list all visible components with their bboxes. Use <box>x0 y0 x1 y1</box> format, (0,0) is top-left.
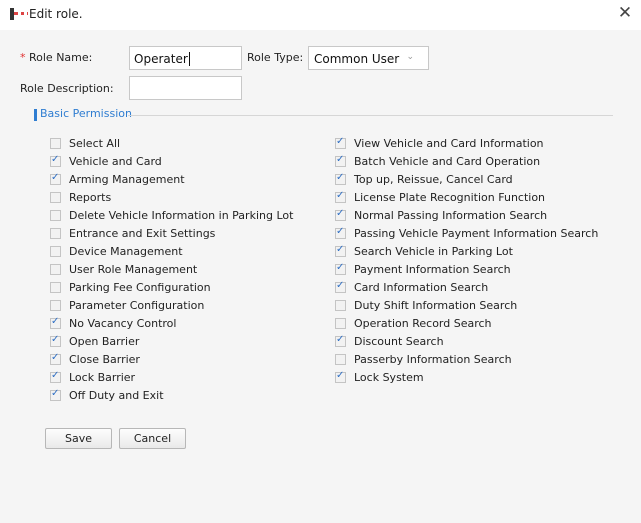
permission-item[interactable]: Parameter Configuration <box>50 299 204 313</box>
checkbox-checked[interactable] <box>335 280 346 293</box>
permission-item[interactable]: Select All <box>50 137 120 151</box>
permission-item[interactable]: Parking Fee Configuration <box>50 281 211 295</box>
section-divider <box>128 115 613 116</box>
role-type-value: Common User <box>314 52 400 66</box>
section-accent-bar <box>34 109 37 121</box>
checkbox-checked[interactable] <box>50 154 61 167</box>
permission-item[interactable]: User Role Management <box>50 263 197 277</box>
permission-item[interactable]: Lock Barrier <box>50 370 135 385</box>
permission-item[interactable]: Vehicle and Card <box>50 154 162 169</box>
permission-item[interactable]: Duty Shift Information Search <box>335 299 517 313</box>
permission-item[interactable]: Passerby Information Search <box>335 353 512 367</box>
checkbox[interactable] <box>50 138 61 149</box>
permission-item[interactable]: Operation Record Search <box>335 317 492 331</box>
permission-item[interactable]: Lock System <box>335 370 424 385</box>
checkbox-checked[interactable] <box>50 172 61 185</box>
permission-item[interactable]: Open Barrier <box>50 334 139 349</box>
checkbox-checked[interactable] <box>50 352 61 365</box>
checkbox-checked[interactable] <box>335 244 346 257</box>
role-type-label: Role Type: <box>247 51 304 64</box>
checkbox-checked[interactable] <box>50 334 61 347</box>
permission-item[interactable]: Payment Information Search <box>335 262 511 277</box>
role-type-select[interactable]: Common User ⌄ <box>308 46 429 70</box>
permission-item[interactable]: Delete Vehicle Information in Parking Lo… <box>50 209 293 223</box>
checkbox-checked[interactable] <box>335 172 346 185</box>
checkbox[interactable] <box>335 300 346 311</box>
permission-item[interactable]: Off Duty and Exit <box>50 388 164 403</box>
dialog-title: Edit role. <box>29 7 83 21</box>
save-button[interactable]: Save <box>45 428 112 449</box>
permission-item[interactable]: Arming Management <box>50 172 185 187</box>
checkbox-checked[interactable] <box>335 190 346 203</box>
checkbox[interactable] <box>335 354 346 365</box>
dialog-titlebar: Edit role. ✕ <box>0 0 641 30</box>
checkbox-checked[interactable] <box>335 370 346 383</box>
permission-item[interactable]: Top up, Reissue, Cancel Card <box>335 172 513 187</box>
permission-item[interactable]: Batch Vehicle and Card Operation <box>335 154 540 169</box>
text-caret <box>188 52 190 66</box>
permission-item[interactable]: Discount Search <box>335 334 444 349</box>
checkbox-checked[interactable] <box>50 370 61 383</box>
permission-item[interactable]: Search Vehicle in Parking Lot <box>335 244 513 259</box>
permission-item[interactable]: Device Management <box>50 245 183 259</box>
permission-item[interactable]: License Plate Recognition Function <box>335 190 545 205</box>
checkbox-checked[interactable] <box>50 388 61 401</box>
checkbox-checked[interactable] <box>335 262 346 275</box>
checkbox[interactable] <box>50 228 61 239</box>
checkbox[interactable] <box>50 246 61 257</box>
permission-item[interactable]: Card Information Search <box>335 280 488 295</box>
cancel-button[interactable]: Cancel <box>119 428 186 449</box>
checkbox-checked[interactable] <box>335 136 346 149</box>
close-icon: ✕ <box>617 3 633 23</box>
role-description-label: Role Description: <box>20 82 114 95</box>
role-description-input[interactable] <box>129 76 242 100</box>
checkbox[interactable] <box>50 210 61 221</box>
checkbox-checked[interactable] <box>335 208 346 221</box>
section-title: Basic Permission <box>40 107 132 120</box>
close-button[interactable]: ✕ <box>615 3 635 23</box>
checkbox-checked[interactable] <box>335 154 346 167</box>
chevron-down-icon: ⌄ <box>406 52 414 62</box>
checkbox-checked[interactable] <box>335 334 346 347</box>
checkbox[interactable] <box>50 264 61 275</box>
role-name-value: Operater <box>134 52 188 66</box>
checkbox[interactable] <box>335 318 346 329</box>
role-name-label: * Role Name: <box>20 51 93 64</box>
permission-item[interactable]: Passing Vehicle Payment Information Sear… <box>335 226 598 241</box>
checkbox-checked[interactable] <box>335 226 346 239</box>
checkbox[interactable] <box>50 192 61 203</box>
checkbox-checked[interactable] <box>50 316 61 329</box>
permission-item[interactable]: No Vacancy Control <box>50 316 176 331</box>
permission-item[interactable]: Entrance and Exit Settings <box>50 227 215 241</box>
permission-item[interactable]: Normal Passing Information Search <box>335 208 547 223</box>
permission-item[interactable]: Reports <box>50 191 111 205</box>
permission-item[interactable]: Close Barrier <box>50 352 140 367</box>
role-name-input[interactable]: Operater <box>129 46 242 70</box>
dialog-content: * Role Name: Operater Role Type: Common … <box>0 30 641 523</box>
permission-item[interactable]: View Vehicle and Card Information <box>335 136 544 151</box>
required-mark: * <box>20 51 26 64</box>
checkbox[interactable] <box>50 300 61 311</box>
checkbox[interactable] <box>50 282 61 293</box>
